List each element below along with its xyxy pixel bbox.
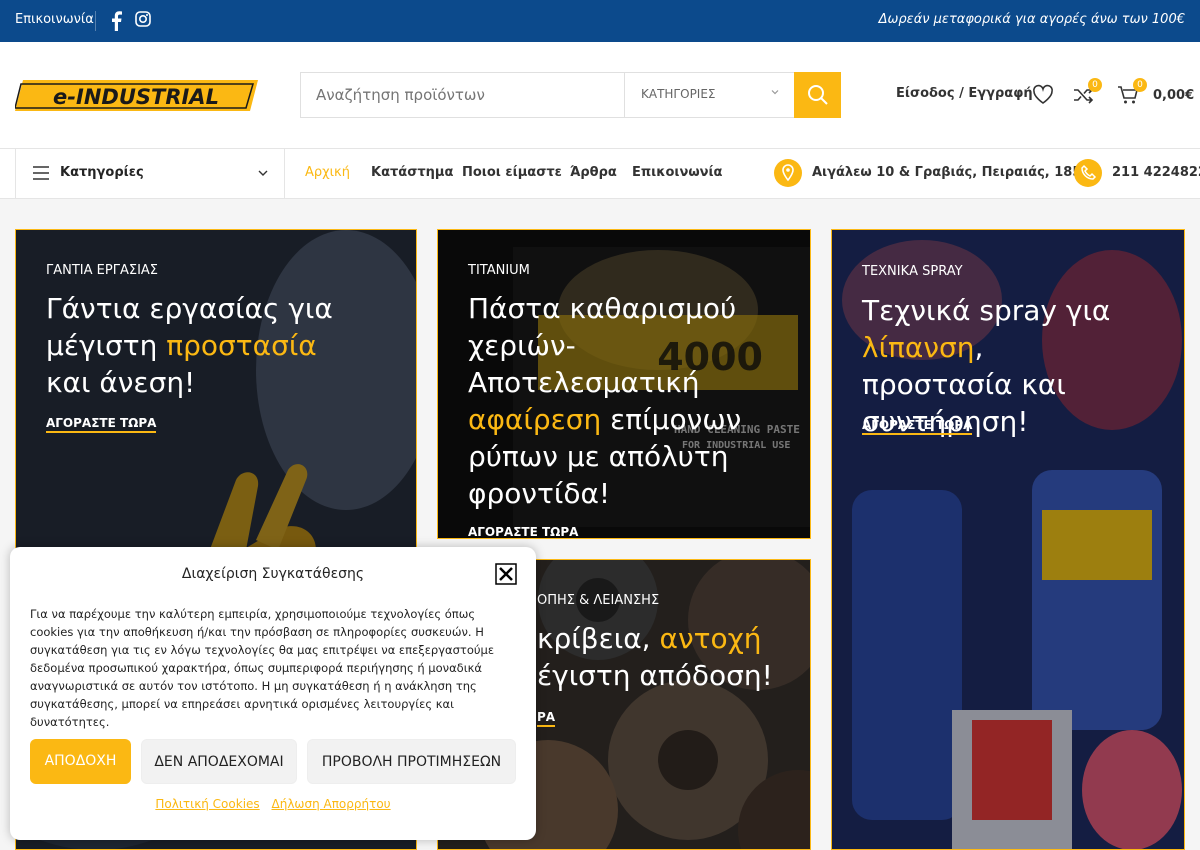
topbar-contact-link[interactable]: Επικοινωνία (15, 12, 94, 27)
site-logo[interactable]: e-INDUSTRIAL (15, 78, 258, 113)
banner-title: Πάστα καθαρισμού χεριών- Αποτελεσματική … (468, 292, 742, 510)
compare-button[interactable]: 0 (1072, 78, 1102, 106)
chevron-down-icon (771, 90, 779, 95)
category-select-label: ΚΑΤΗΓΟΡΙΕΣ (641, 87, 716, 101)
phone-icon (1074, 159, 1102, 187)
free-shipping-notice: Δωρεάν μεταφορικά για αγορές άνω των 100… (878, 12, 1185, 27)
nav-item-articles[interactable]: Άρθρα (570, 165, 617, 180)
banner-subtitle: ΓΑΝΤΙΑ ΕΡΓΑΣΙΑΣ (46, 263, 159, 278)
navigation-bar: Κατηγορίες Αρχική Κατάστημα Ποιοι είμαστ… (0, 148, 1200, 199)
banner-subtitle: TITANIUM (468, 263, 530, 278)
consent-title: Διαχείριση Συγκατάθεσης (181, 566, 365, 582)
buy-now-link[interactable]: ΑΓΟΡΑΣΤΕ ΤΩΡΑ (862, 418, 973, 435)
instagram-icon[interactable] (135, 11, 151, 27)
hamburger-icon (33, 166, 49, 180)
privacy-statement-link[interactable]: Δήλωση Απορρήτου (272, 797, 391, 811)
nav-item-about[interactable]: Ποιοι είμαστε (462, 165, 562, 180)
close-icon[interactable] (495, 563, 517, 585)
consent-links: Πολιτική Cookies Δήλωση Απορρήτου (10, 797, 536, 811)
search-input[interactable] (301, 73, 623, 117)
logo-text: e-INDUSTRIAL (53, 85, 219, 109)
banner-title: Γάντια εργασίας για μέγιστη προστασία κα… (46, 292, 333, 399)
category-select[interactable]: ΚΑΤΗΓΟΡΙΕΣ (624, 73, 795, 117)
consent-text: Για να παρέχουμε την καλύτερη εμπειρία, … (30, 607, 495, 729)
buy-now-link[interactable]: ΡΑ (537, 710, 556, 727)
cart-button[interactable]: 0 (1117, 78, 1147, 106)
compare-count-badge: 0 (1088, 78, 1102, 92)
cart-total[interactable]: 0,00€ (1153, 88, 1194, 103)
facebook-icon[interactable] (110, 11, 122, 31)
search-button[interactable] (794, 72, 841, 118)
chevron-down-icon (258, 170, 268, 176)
login-register-link[interactable]: Είσοδος / Εγγραφή (896, 86, 1033, 101)
heart-icon (1033, 84, 1053, 104)
deny-button[interactable]: ΔΕΝ ΑΠΟΔΕΧΟΜΑΙ (141, 739, 297, 784)
cookie-policy-link[interactable]: Πολιτική Cookies (155, 797, 259, 811)
banner-subtitle: ΟΠΗΣ & ΛΕΙΑΝΣΗΣ (537, 593, 660, 608)
banner-technical-spray[interactable]: ΤΕΧΝΙΚΑ SPRAY Τεχνικά spray για λίπανση,… (831, 229, 1185, 850)
cookie-consent-dialog: Διαχείριση Συγκατάθεσης Για να παρέχουμε… (10, 547, 536, 840)
main-header: e-INDUSTRIAL ΚΑΤΗΓΟΡΙΕΣ Είσοδος / Εγγραφ… (0, 42, 1200, 148)
nav-item-shop[interactable]: Κατάστημα (371, 165, 453, 180)
buy-now-link[interactable]: ΑΓΟΡΑΣΤΕ ΤΩΡΑ (46, 416, 157, 433)
view-preferences-button[interactable]: ΠΡΟΒΟΛΗ ΠΡΟΤΙΜΗΣΕΩΝ (307, 739, 516, 784)
accept-button[interactable]: ΑΠΟΔΟΧΗ (30, 739, 131, 784)
topbar-divider (95, 11, 96, 31)
search-form: ΚΑΤΗΓΟΡΙΕΣ (300, 72, 841, 118)
location-pin-icon (774, 159, 802, 187)
buy-now-link[interactable]: ΑΓΟΡΑΣΤΕ ΤΩΡΑ (468, 525, 578, 538)
banner-subtitle: ΤΕΧΝΙΚΑ SPRAY (862, 264, 963, 279)
categories-menu[interactable]: Κατηγορίες (15, 149, 285, 198)
top-bar: Επικοινωνία Δωρεάν μεταφορικά για αγορές… (0, 0, 1200, 42)
wishlist-button[interactable] (1032, 84, 1054, 106)
nav-item-contact[interactable]: Επικοινωνία (632, 165, 722, 180)
store-phone[interactable]: 211 4224822 (1112, 165, 1200, 180)
banner-hand-cleaning-paste[interactable]: 4000 HAND CLEANING PASTE FOR INDUSTRIAL … (437, 229, 811, 539)
cart-count-badge: 0 (1133, 78, 1147, 92)
nav-item-home[interactable]: Αρχική (305, 165, 350, 180)
categories-menu-label: Κατηγορίες (60, 165, 144, 180)
search-icon (808, 85, 828, 105)
store-address: Αιγάλεω 10 & Γραβιάς, Πειραιάς, 18545 (812, 165, 1100, 180)
banner-title: κρίβεια, αντοχή έγιστη απόδοση! (537, 622, 773, 692)
